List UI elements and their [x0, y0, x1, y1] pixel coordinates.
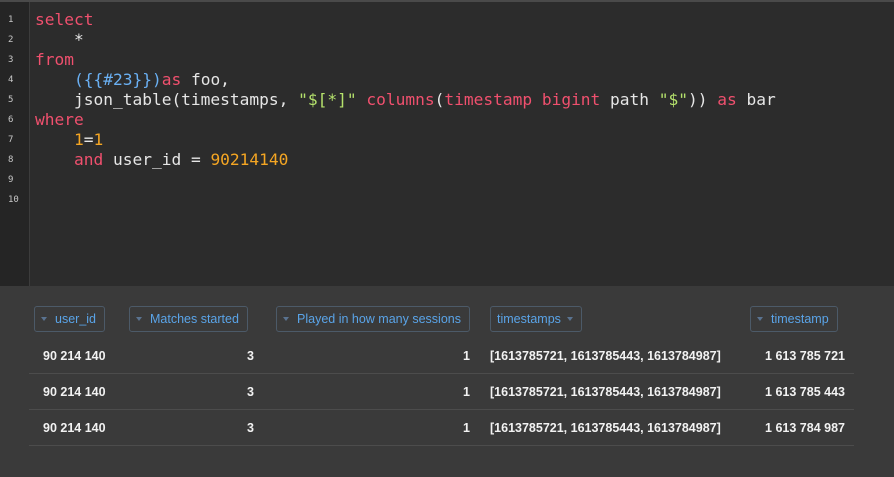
line-number: 7 — [8, 135, 14, 145]
cell-timestamps: [1613785721, 1613785443, 1613784987] — [490, 385, 721, 399]
cell-matches-started: 3 — [247, 385, 254, 399]
code-token: )) — [688, 90, 708, 109]
column-header-label: timestamp — [771, 312, 829, 326]
line-number: 8 — [8, 155, 14, 165]
column-header-user-id[interactable]: user_id — [34, 306, 105, 332]
line-number: 9 — [8, 175, 14, 185]
chevron-down-icon — [136, 317, 142, 321]
cell-matches-started: 3 — [247, 421, 254, 435]
column-header-label: Played in how many sessions — [297, 312, 461, 326]
code-token: foo, — [181, 70, 230, 89]
code-token: as — [161, 70, 182, 89]
code-token: select — [35, 10, 94, 29]
cell-played-sessions: 1 — [463, 421, 470, 435]
column-header-label: user_id — [55, 312, 96, 326]
column-header-label: timestamps — [497, 312, 561, 326]
code-line: ({{#23}})as foo, — [35, 70, 776, 90]
cell-user-id: 90 214 140 — [43, 349, 106, 363]
code-line: from — [35, 50, 776, 70]
chevron-down-icon — [566, 317, 573, 321]
line-number: 3 — [8, 55, 14, 65]
cell-timestamps: [1613785721, 1613785443, 1613784987] — [490, 421, 721, 435]
code-token: 90214140 — [210, 150, 289, 169]
column-header-label: Matches started — [150, 312, 239, 326]
cell-timestamps: [1613785721, 1613785443, 1613784987] — [490, 349, 721, 363]
cell-timestamp: 1 613 785 443 — [765, 385, 845, 399]
line-number-gutter: 1 2 3 4 5 6 7 8 9 10 — [0, 2, 30, 286]
code-token: * — [35, 30, 84, 49]
line-number: 5 — [8, 95, 14, 105]
code-line: 1=1 — [35, 130, 776, 150]
code-token: user_id = — [103, 150, 211, 169]
cell-timestamp: 1 613 784 987 — [765, 421, 845, 435]
code-token: path — [600, 90, 659, 109]
table-row: 90 214 140 3 1 [1613785721, 1613785443, … — [29, 410, 854, 446]
code-token: columns — [366, 90, 435, 109]
code-token: 1 — [93, 130, 104, 149]
chevron-down-icon — [757, 317, 763, 321]
cell-user-id: 90 214 140 — [43, 421, 106, 435]
code-line: select — [35, 10, 776, 30]
line-number: 6 — [8, 115, 14, 125]
line-number: 4 — [8, 75, 14, 85]
cell-matches-started: 3 — [247, 349, 254, 363]
line-number: 10 — [8, 195, 19, 205]
cell-user-id: 90 214 140 — [43, 385, 106, 399]
code-line: * — [35, 30, 776, 50]
cell-timestamp: 1 613 785 721 — [765, 349, 845, 363]
chevron-down-icon — [41, 317, 47, 321]
cell-played-sessions: 1 — [463, 349, 470, 363]
code-token: from — [35, 50, 74, 69]
code-token: timestamp — [444, 90, 533, 109]
column-header-matches-started[interactable]: Matches started — [129, 306, 248, 332]
line-number: 1 — [8, 15, 14, 25]
code-token: bar — [736, 90, 776, 109]
table-row: 90 214 140 3 1 [1613785721, 1613785443, … — [29, 374, 854, 410]
code-token: "$" — [658, 90, 689, 109]
column-header-played-sessions[interactable]: Played in how many sessions — [276, 306, 470, 332]
results-table: user_id Matches started Played in how ma… — [0, 286, 894, 477]
code-token: 1 — [73, 130, 84, 149]
code-token: "$[*]" — [298, 90, 357, 109]
code-line: and user_id = 90214140 — [35, 150, 776, 170]
code-token: where — [35, 110, 84, 129]
sql-editor[interactable]: 1 2 3 4 5 6 7 8 9 10 select * from ({{#23}})as foo… — [0, 0, 894, 286]
table-row: 90 214 140 3 1 [1613785721, 1613785443, … — [29, 338, 854, 374]
code-token: ( — [434, 90, 445, 109]
column-header-timestamp[interactable]: timestamp — [750, 306, 838, 332]
code-token: json_table(timestamps, — [35, 90, 299, 109]
code-line: where — [35, 110, 776, 130]
code-line: json_table(timestamps, "$[*]" columns(ti… — [35, 90, 776, 110]
cell-played-sessions: 1 — [463, 385, 470, 399]
column-header-timestamps[interactable]: timestamps — [490, 306, 582, 332]
code-token: as — [707, 90, 737, 109]
sql-code[interactable]: select * from ({{#23}})as foo, json_table… — [35, 10, 776, 210]
code-token: bigint — [541, 90, 601, 109]
code-token: and — [73, 150, 104, 169]
code-token: ({{#23}}) — [73, 70, 162, 89]
chevron-down-icon — [283, 317, 289, 321]
line-number: 2 — [8, 35, 14, 45]
